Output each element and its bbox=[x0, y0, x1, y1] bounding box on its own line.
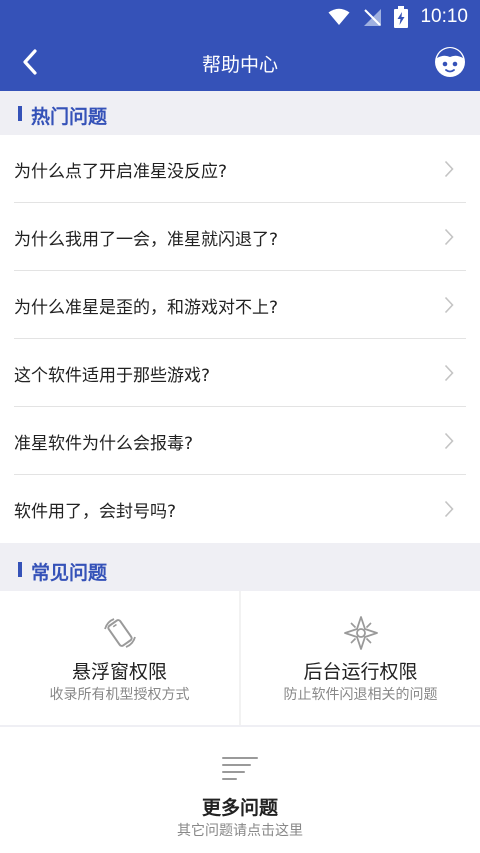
section-marker bbox=[18, 106, 22, 121]
section-marker bbox=[18, 562, 22, 577]
customer-service-button[interactable] bbox=[434, 45, 466, 79]
list-item-label: 为什么点了开启准星没反应? bbox=[14, 162, 228, 182]
wifi-icon bbox=[328, 8, 350, 25]
list-item-label: 为什么准星是歪的，和游戏对不上? bbox=[14, 298, 279, 318]
no-signal-icon bbox=[364, 9, 382, 26]
card-subtitle: 收录所有机型授权方式 bbox=[49, 687, 190, 703]
card-title: 悬浮窗权限 bbox=[71, 661, 167, 683]
list-item[interactable]: 为什么点了开启准星没反应? bbox=[0, 135, 480, 203]
list-item-label: 为什么我用了一会，准星就闪退了? bbox=[14, 230, 279, 250]
more-questions-button[interactable]: 更多问题 其它问题请点击这里 bbox=[0, 727, 480, 853]
status-time: 10:10 bbox=[420, 6, 468, 27]
chevron-right-icon bbox=[444, 160, 454, 178]
list-item[interactable]: 为什么准星是歪的，和游戏对不上? bbox=[0, 271, 480, 339]
chevron-right-icon bbox=[444, 364, 454, 382]
common-questions-grid: 悬浮窗权限 收录所有机型授权方式 后台运行权限 防止软件闪退相关的问题 bbox=[0, 591, 480, 725]
more-questions-subtitle: 其它问题请点击这里 bbox=[177, 823, 303, 839]
list-item[interactable]: 准星软件为什么会报毒? bbox=[0, 407, 480, 475]
list-item[interactable]: 这个软件适用于那些游戏? bbox=[0, 339, 480, 407]
chevron-right-icon bbox=[444, 432, 454, 450]
chevron-right-icon bbox=[444, 228, 454, 246]
common-questions-title: 常见问题 bbox=[31, 562, 108, 584]
floating-window-permission-card[interactable]: 悬浮窗权限 收录所有机型授权方式 bbox=[0, 591, 239, 725]
chevron-right-icon bbox=[444, 296, 454, 314]
common-questions-header: 常见问题 bbox=[0, 547, 480, 591]
more-questions-title: 更多问题 bbox=[201, 797, 278, 819]
hot-questions-header: 热门问题 bbox=[0, 91, 480, 135]
status-icons: 10:10 bbox=[328, 5, 468, 29]
background-run-permission-card[interactable]: 后台运行权限 防止软件闪退相关的问题 bbox=[241, 591, 480, 725]
page-title: 帮助中心 bbox=[201, 54, 278, 76]
status-bar: 10:10 bbox=[0, 0, 480, 33]
phone-rotate-icon bbox=[103, 618, 136, 648]
card-subtitle: 防止软件闪退相关的问题 bbox=[283, 687, 438, 703]
battery-charging-icon bbox=[394, 6, 409, 28]
chevron-right-icon bbox=[444, 500, 454, 518]
hot-questions-title: 热门问题 bbox=[31, 106, 108, 128]
list-item[interactable]: 软件用了，会封号吗? bbox=[0, 475, 480, 543]
app-bar: 帮助中心 bbox=[0, 33, 480, 91]
lines-list-icon bbox=[222, 757, 258, 780]
customer-service-face-icon bbox=[435, 47, 465, 77]
compass-icon bbox=[343, 616, 378, 650]
list-item-label: 这个软件适用于那些游戏? bbox=[14, 366, 211, 386]
list-item-label: 准星软件为什么会报毒? bbox=[14, 434, 194, 454]
list-item[interactable]: 为什么我用了一会，准星就闪退了? bbox=[0, 203, 480, 271]
hot-questions-list: 为什么点了开启准星没反应? 为什么我用了一会，准星就闪退了? 为什么准星是歪的，… bbox=[0, 135, 480, 543]
card-title: 后台运行权限 bbox=[303, 661, 418, 683]
list-item-label: 软件用了，会封号吗? bbox=[14, 502, 177, 522]
